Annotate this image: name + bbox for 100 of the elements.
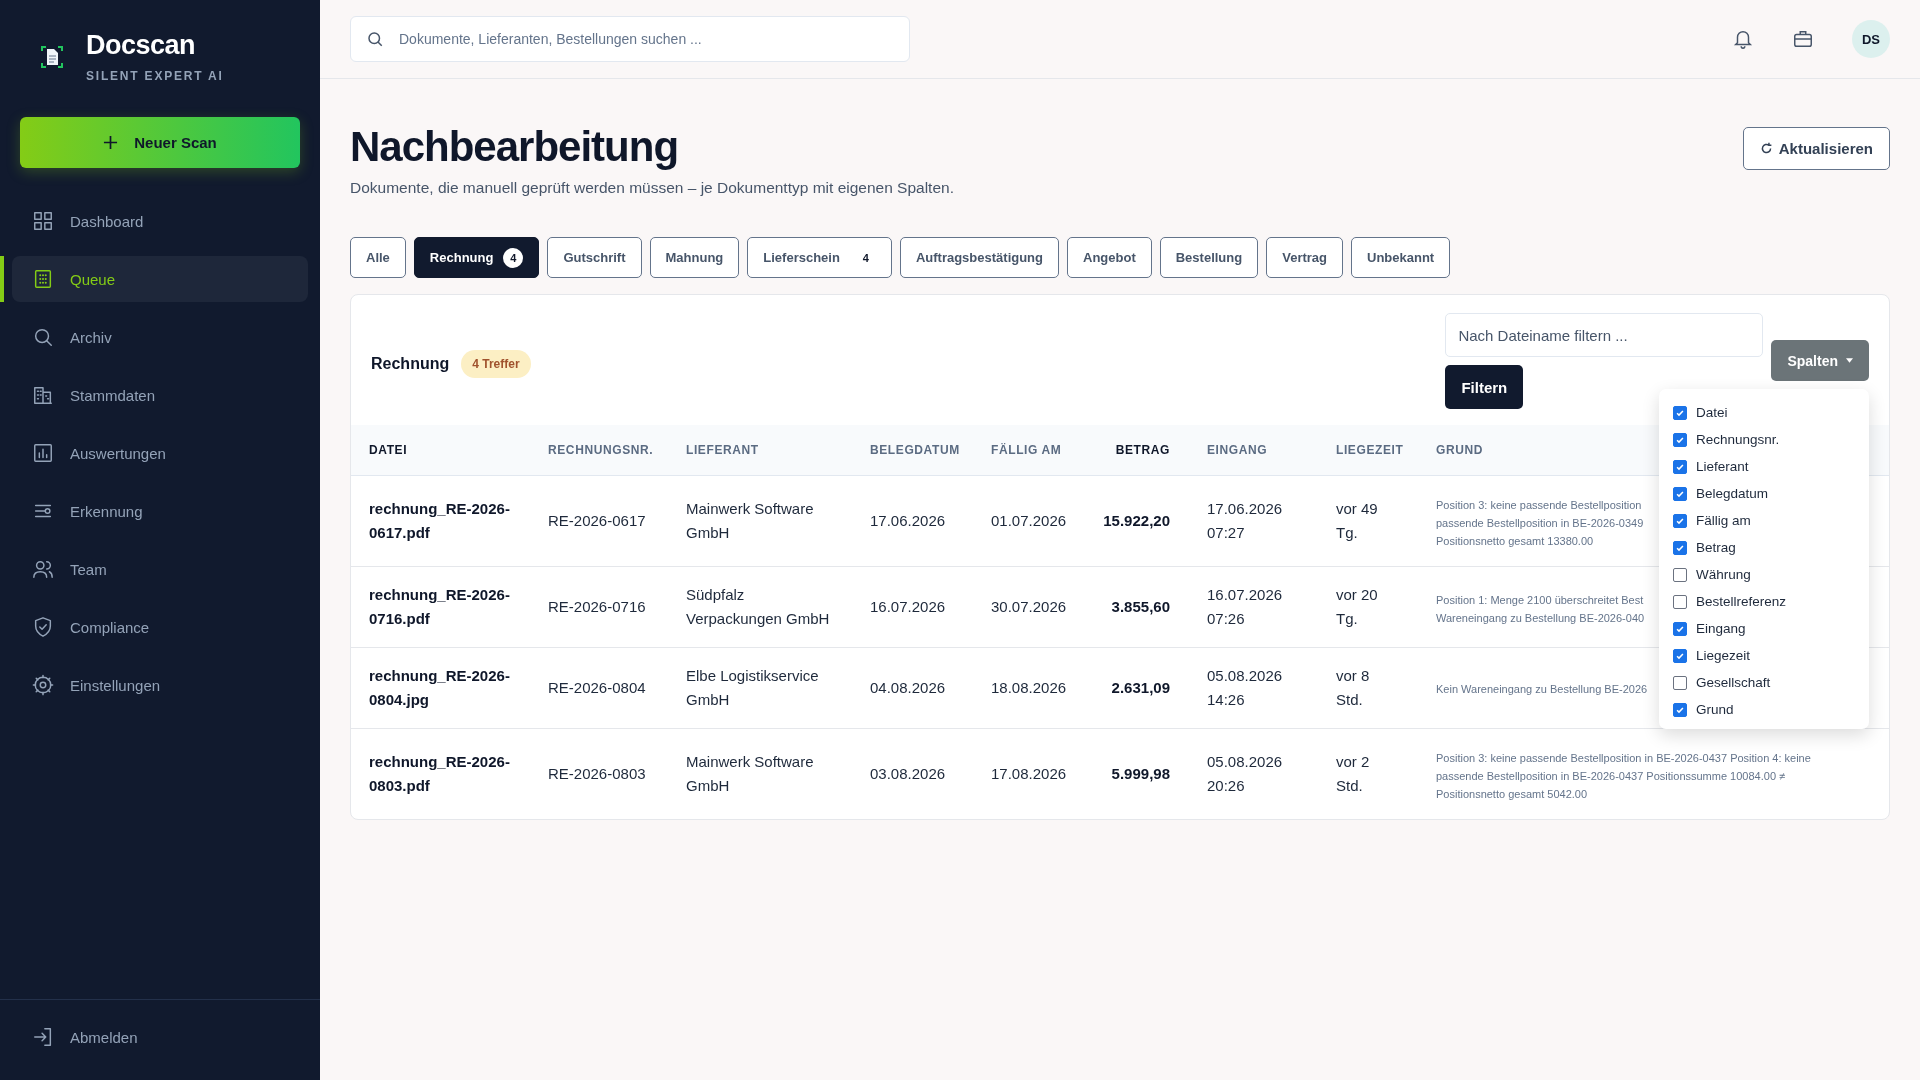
checkbox[interactable] bbox=[1673, 513, 1687, 528]
search-field[interactable]: Dokumente, Lieferanten, Bestellungen suchen ... bbox=[350, 16, 910, 62]
checkbox[interactable] bbox=[1673, 675, 1687, 690]
table-cell: RE-2026-0617 bbox=[548, 512, 646, 529]
column-option[interactable]: Belegdatum bbox=[1659, 480, 1869, 507]
search-icon bbox=[32, 326, 54, 348]
user-avatar[interactable]: DS bbox=[1852, 20, 1890, 58]
page-title: Nachbearbeitung bbox=[350, 123, 680, 171]
search-icon bbox=[366, 30, 384, 48]
briefcase-icon[interactable] bbox=[1792, 28, 1814, 50]
nav-item[interactable]: Stammdaten bbox=[12, 372, 308, 418]
nav-item[interactable]: Compliance bbox=[12, 604, 308, 650]
checkbox[interactable] bbox=[1673, 459, 1687, 474]
bell-icon[interactable] bbox=[1732, 28, 1754, 50]
column-option[interactable]: Betrag bbox=[1659, 534, 1869, 561]
column-header: BELEGDATUM bbox=[852, 425, 973, 476]
column-option[interactable]: Datei bbox=[1659, 399, 1869, 426]
column-option[interactable]: Rechnungsnr. bbox=[1659, 426, 1869, 453]
settings-icon bbox=[32, 674, 54, 696]
table-cell: 17.06.2026 bbox=[870, 512, 946, 529]
filter-tab[interactable]: Auftragsbestätigung bbox=[899, 237, 1059, 278]
building-icon bbox=[32, 384, 54, 406]
table-cell: RE-2026-0803 bbox=[548, 765, 646, 782]
nav-item[interactable]: Erkennung bbox=[12, 488, 308, 534]
reason-text: Kein Wareneingang zu Bestellung BE-2026 bbox=[1436, 682, 1648, 697]
column-header: DATEI bbox=[351, 425, 530, 476]
nav-item[interactable]: Archiv bbox=[12, 314, 308, 360]
filter-tab[interactable]: Mahnung bbox=[649, 237, 740, 278]
table-cell: 15.922,20 bbox=[1103, 512, 1170, 529]
logout-link[interactable]: Abmelden bbox=[12, 1014, 308, 1060]
checkbox[interactable] bbox=[1673, 702, 1687, 717]
column-header: BETRAG bbox=[1088, 425, 1170, 476]
brand-name: Docscan bbox=[86, 30, 197, 61]
column-option[interactable]: Liegezeit bbox=[1659, 642, 1869, 669]
table-cell: 17.06.2026 07:27 bbox=[1207, 500, 1283, 541]
table-cell: Mainwerk Software GmbH bbox=[686, 500, 814, 541]
checkbox[interactable] bbox=[1673, 648, 1687, 663]
table-cell: 5.999,98 bbox=[1111, 765, 1170, 782]
table-cell: 30.07.2026 bbox=[991, 598, 1067, 615]
checkbox[interactable] bbox=[1673, 567, 1687, 582]
table-cell: rechnung_RE-2026-0803.pdf bbox=[369, 753, 510, 794]
tab-count: 4 bbox=[861, 250, 870, 266]
table-cell: 17.08.2026 bbox=[991, 765, 1067, 782]
logo-icon bbox=[40, 44, 64, 69]
filter-tab[interactable]: Unbekannt bbox=[1351, 237, 1451, 278]
filter-button[interactable]: Filtern bbox=[1445, 365, 1524, 409]
new-scan-button[interactable]: Neuer Scan bbox=[20, 117, 300, 168]
grid-icon bbox=[32, 210, 54, 232]
column-option[interactable]: Grund bbox=[1659, 696, 1869, 723]
filter-tab[interactable]: Alle bbox=[350, 237, 406, 278]
table-cell: 05.08.2026 20:26 bbox=[1207, 753, 1283, 794]
checkbox[interactable] bbox=[1673, 432, 1687, 447]
table-cell: 05.08.2026 14:26 bbox=[1207, 667, 1283, 708]
table-cell: vor 8 Std. bbox=[1336, 667, 1370, 708]
nav-item[interactable]: Auswertungen bbox=[12, 430, 308, 476]
nav-item[interactable]: Dashboard bbox=[12, 198, 308, 244]
nav-item[interactable]: Team bbox=[12, 546, 308, 592]
logout-icon bbox=[32, 1026, 54, 1048]
column-option[interactable]: Währung bbox=[1659, 561, 1869, 588]
table-cell: 2.631,09 bbox=[1111, 679, 1170, 696]
table-cell: rechnung_RE-2026-0716.pdf bbox=[369, 586, 510, 627]
checkbox[interactable] bbox=[1673, 405, 1687, 420]
table-cell: 16.07.2026 07:26 bbox=[1207, 586, 1283, 627]
column-option[interactable]: Gesellschaft bbox=[1659, 669, 1869, 696]
shield-icon bbox=[32, 616, 54, 638]
refresh-button[interactable]: Aktualisieren bbox=[1742, 127, 1890, 170]
filter-tab[interactable]: Bestellung bbox=[1159, 237, 1259, 278]
panel-title: Rechnung bbox=[371, 355, 450, 373]
columns-button[interactable]: Spalten bbox=[1771, 340, 1869, 381]
brand-tagline: SILENT EXPERT AI bbox=[86, 69, 224, 83]
table-cell: vor 49 Tg. bbox=[1336, 500, 1378, 541]
table-cell: 3.855,60 bbox=[1111, 598, 1170, 615]
table-cell: vor 20 Tg. bbox=[1336, 586, 1378, 627]
caret-icon bbox=[1846, 358, 1853, 363]
table-cell: RE-2026-0804 bbox=[548, 679, 646, 696]
people-icon bbox=[32, 558, 54, 580]
column-header: EINGANG bbox=[1170, 425, 1318, 476]
table-cell: vor 2 Std. bbox=[1336, 753, 1370, 794]
column-option[interactable]: Fällig am bbox=[1659, 507, 1869, 534]
filter-tab[interactable]: Gutschrift bbox=[547, 237, 642, 278]
column-option[interactable]: Bestellreferenz bbox=[1659, 588, 1869, 615]
column-header: LIEFERANT bbox=[668, 425, 852, 476]
filter-tab[interactable]: Angebot bbox=[1067, 237, 1152, 278]
filename-filter-field[interactable]: Nach Dateiname filtern ... bbox=[1445, 313, 1764, 357]
reason-text: Position 3: keine passende Bestellposition passende Bestellposition in BE-2026-0349 Positionsnetto gesamt 13380.00 bbox=[1436, 498, 1644, 549]
table-cell: rechnung_RE-2026-0804.jpg bbox=[369, 667, 510, 708]
filter-tab[interactable]: Vertrag bbox=[1266, 237, 1343, 278]
refresh-icon bbox=[1759, 142, 1773, 155]
checkbox[interactable] bbox=[1673, 486, 1687, 501]
checkbox[interactable] bbox=[1673, 540, 1687, 555]
column-header: RECHNUNGSNR. bbox=[530, 425, 668, 476]
reason-text: Position 1: Menge 2100 überschreitet Best Wareneingang zu Bestellung BE-2026-040 bbox=[1436, 593, 1645, 626]
filter-tab[interactable]: Lieferschein 4 bbox=[747, 237, 892, 278]
column-option[interactable]: Eingang bbox=[1659, 615, 1869, 642]
table-cell: Mainwerk Software GmbH bbox=[686, 753, 814, 794]
nav-item[interactable]: Einstellungen bbox=[12, 662, 308, 708]
table-cell: Südpfalz Verpackungen GmbH bbox=[686, 586, 830, 627]
checkbox[interactable] bbox=[1673, 594, 1687, 609]
filter-tab[interactable]: Rechnung 4 bbox=[413, 237, 540, 278]
checkbox[interactable] bbox=[1673, 621, 1687, 636]
